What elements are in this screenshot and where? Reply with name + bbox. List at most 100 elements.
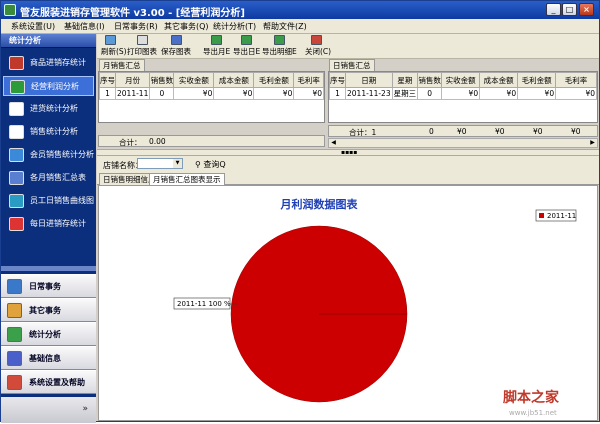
binoculars-icon: ⚲ bbox=[195, 160, 201, 169]
col-header[interactable]: 成本金额 bbox=[479, 72, 519, 88]
sidebar-item-monthly-summary[interactable]: 各月销售汇总表 bbox=[3, 168, 94, 188]
panel-splitter[interactable]: ▪▪▪▪ bbox=[97, 149, 599, 156]
export-detail-button[interactable]: 导出明细E bbox=[262, 35, 297, 58]
col-header[interactable]: 毛利率 bbox=[555, 72, 597, 88]
col-header[interactable]: 月份 bbox=[114, 72, 151, 88]
print-chart-button[interactable]: 打印图表 bbox=[127, 35, 157, 58]
tab-monthly-chart[interactable]: 月销售汇总图表显示 bbox=[149, 173, 225, 185]
expand-icon[interactable]: » bbox=[82, 404, 88, 414]
arrow-left-icon[interactable]: ◀ bbox=[329, 139, 338, 147]
total-value: 0 bbox=[429, 127, 434, 136]
sidebar-item-profit-analysis[interactable]: 经营利润分析 bbox=[3, 76, 94, 96]
cell: 0 bbox=[417, 87, 443, 100]
chevron-down-icon[interactable]: ▼ bbox=[173, 159, 182, 168]
app-window: 管友服装进销存管理软件 v3.00 - [经营利润分析] _ □ × 系统设置(… bbox=[0, 0, 600, 423]
horizontal-scrollbar[interactable]: ◀ ▶ bbox=[328, 138, 598, 148]
excel-icon bbox=[273, 35, 285, 45]
printer-icon bbox=[136, 35, 148, 45]
daily-total-row: 合计：1 0 ¥0 ¥0 ¥0 ¥0 bbox=[328, 125, 598, 137]
tab-daily-summary[interactable]: 日销售汇总 bbox=[329, 59, 375, 71]
col-header[interactable]: 销售数 bbox=[149, 72, 175, 88]
bar-chart-icon bbox=[9, 125, 24, 139]
sidebar-item-daily-stats[interactable]: 每日进销存统计 bbox=[3, 214, 94, 234]
export-month-button[interactable]: 导出月E bbox=[203, 35, 230, 58]
menu-other[interactable]: 其它事务(Q) bbox=[164, 21, 209, 32]
col-header[interactable]: 销售数 bbox=[417, 72, 443, 88]
minimize-button[interactable]: _ bbox=[546, 3, 561, 16]
menu-daily[interactable]: 日常事务(R) bbox=[114, 21, 158, 32]
save-chart-button[interactable]: 保存图表 bbox=[161, 35, 191, 58]
shop-select[interactable]: ▼ bbox=[137, 158, 183, 169]
window-title: 管友服装进销存管理软件 v3.00 - [经营利润分析] bbox=[20, 8, 245, 19]
document-icon bbox=[9, 102, 24, 116]
save-icon bbox=[170, 35, 182, 45]
line-chart-icon bbox=[9, 194, 24, 208]
cell: ¥0 bbox=[479, 87, 519, 100]
maximize-button[interactable]: □ bbox=[562, 3, 577, 16]
sidebar-splitter[interactable] bbox=[1, 266, 96, 271]
total-label: 合计： bbox=[119, 138, 142, 147]
sidebar-cat-basic-info[interactable]: 基础信息 bbox=[1, 346, 96, 370]
member-icon bbox=[9, 148, 24, 162]
cell: ¥0 bbox=[293, 87, 324, 100]
cell: ¥0 bbox=[213, 87, 255, 100]
cell: 2011-11 bbox=[114, 87, 151, 100]
close-icon[interactable]: × bbox=[579, 3, 594, 16]
cell: 2011-11-23 bbox=[345, 87, 393, 100]
col-header[interactable]: 毛利率 bbox=[293, 72, 324, 88]
query-button[interactable]: ⚲ 查询Q bbox=[195, 159, 226, 170]
sidebar-item-purchase-stats[interactable]: 进货统计分析 bbox=[3, 99, 94, 119]
refresh-button[interactable]: 刷新(S) bbox=[101, 35, 127, 58]
sidebar-item-inventory-stats[interactable]: 商品进销存统计 bbox=[3, 53, 94, 73]
col-header[interactable]: 成本金额 bbox=[213, 72, 255, 88]
cell: 星期三 bbox=[391, 87, 419, 100]
menu-help[interactable]: 帮助文件(Z) bbox=[263, 21, 307, 32]
monthly-total-row: 合计： 0.00 bbox=[98, 135, 325, 147]
chart-title: 月利润数据图表 bbox=[280, 197, 359, 211]
sidebar-item-member-sales[interactable]: 会员销售统计分析 bbox=[3, 145, 94, 165]
title-bar: 管友服装进销存管理软件 v3.00 - [经营利润分析] _ □ × bbox=[1, 1, 599, 19]
close-button[interactable]: 关闭(C) bbox=[305, 35, 331, 58]
col-header[interactable]: 毛利金额 bbox=[517, 72, 557, 88]
inventory-icon bbox=[9, 56, 24, 70]
menu-system[interactable]: 系统设置(U) bbox=[11, 21, 55, 32]
sidebar-item-staff-curve[interactable]: 员工日销售曲线图 bbox=[3, 191, 94, 211]
sidebar-cat-other[interactable]: 其它事务 bbox=[1, 298, 96, 322]
total-value: ¥0 bbox=[457, 127, 467, 136]
legend-swatch bbox=[539, 213, 544, 218]
col-header[interactable]: 序号 bbox=[329, 72, 346, 88]
col-header[interactable]: 实收金额 bbox=[441, 72, 481, 88]
cell: ¥0 bbox=[555, 87, 597, 100]
detail-tabs: 日销售明细信息 月销售汇总图表显示 bbox=[97, 172, 599, 185]
sidebar-cat-settings-help[interactable]: 系统设置及帮助 bbox=[1, 370, 96, 394]
daily-icon bbox=[7, 279, 22, 294]
sidebar-header: 统计分析 bbox=[1, 34, 96, 48]
exit-icon bbox=[310, 35, 322, 45]
col-header[interactable]: 星期 bbox=[391, 72, 419, 88]
table-row[interactable]: 1 2011-11-23 星期三 0 ¥0 ¥0 ¥0 ¥0 bbox=[329, 87, 597, 100]
export-day-button[interactable]: 导出日E bbox=[233, 35, 260, 58]
arrow-right-icon[interactable]: ▶ bbox=[588, 139, 597, 147]
info-icon bbox=[7, 351, 22, 366]
col-header[interactable]: 实收金额 bbox=[173, 72, 215, 88]
cell: ¥0 bbox=[173, 87, 215, 100]
dollar-icon bbox=[10, 80, 25, 94]
menu-statistics[interactable]: 统计分析(T) bbox=[213, 21, 256, 32]
sidebar-cat-statistics[interactable]: 统计分析 bbox=[1, 322, 96, 346]
slice-label: 2011-11 100 % bbox=[177, 300, 231, 308]
menu-bar: 系统设置(U) 基础信息(I) 日常事务(R) 其它事务(Q) 统计分析(T) … bbox=[1, 19, 599, 34]
col-header[interactable]: 日期 bbox=[345, 72, 393, 88]
total-label: 合计：1 bbox=[349, 128, 377, 137]
menu-basic-info[interactable]: 基础信息(I) bbox=[64, 21, 105, 32]
sidebar-cat-daily[interactable]: 日常事务 bbox=[1, 274, 96, 298]
watermark-logo: 脚本之家 www.jb51.net bbox=[495, 387, 595, 421]
col-header[interactable]: 序号 bbox=[99, 72, 116, 88]
sidebar-item-sales-stats[interactable]: 销售统计分析 bbox=[3, 122, 94, 142]
tab-monthly-summary[interactable]: 月销售汇总 bbox=[99, 59, 145, 71]
cell: 1 bbox=[329, 87, 346, 100]
cell: 0 bbox=[149, 87, 175, 100]
watermark-url: www.jb51.net bbox=[509, 409, 557, 417]
col-header[interactable]: 毛利金额 bbox=[253, 72, 295, 88]
table-row[interactable]: 1 2011-11 0 ¥0 ¥0 ¥0 ¥0 bbox=[99, 87, 324, 100]
app-icon bbox=[4, 4, 16, 16]
